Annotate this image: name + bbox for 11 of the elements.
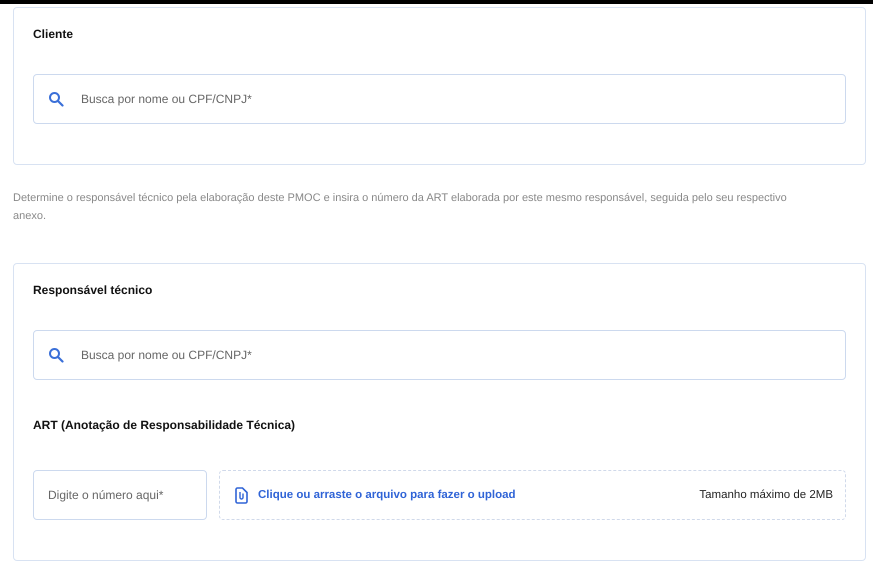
section-subtitle: ART (Anotação de Responsabilidade Técnica): [33, 418, 296, 432]
search-field[interactable]: Busca por nome ou CPF/CNPJ*: [33, 74, 846, 124]
section-title: Responsável técnico: [33, 283, 152, 297]
file-clip-icon: [235, 486, 248, 504]
instruction-text: Determine o responsável técnico pela elaboração deste PMOC e insira o número da ART elaborada por este mesmo responsável, seguida pelo seu respectivo anexo.: [13, 191, 788, 224]
section-title: Cliente: [33, 27, 74, 41]
input-field[interactable]: Digite o número aqui*: [33, 470, 207, 520]
upload-dropzone[interactable]: Clique ou arraste o arquivo para fazer o upload Tamanho máximo de 2MB: [219, 470, 846, 520]
search-field[interactable]: Busca por nome ou CPF/CNPJ*: [33, 330, 846, 380]
size-limit-text: Tamanho máximo de 2MB: [699, 489, 833, 501]
upload-link[interactable]: Clique ou arraste o arquivo para fazer o upload: [258, 489, 516, 501]
